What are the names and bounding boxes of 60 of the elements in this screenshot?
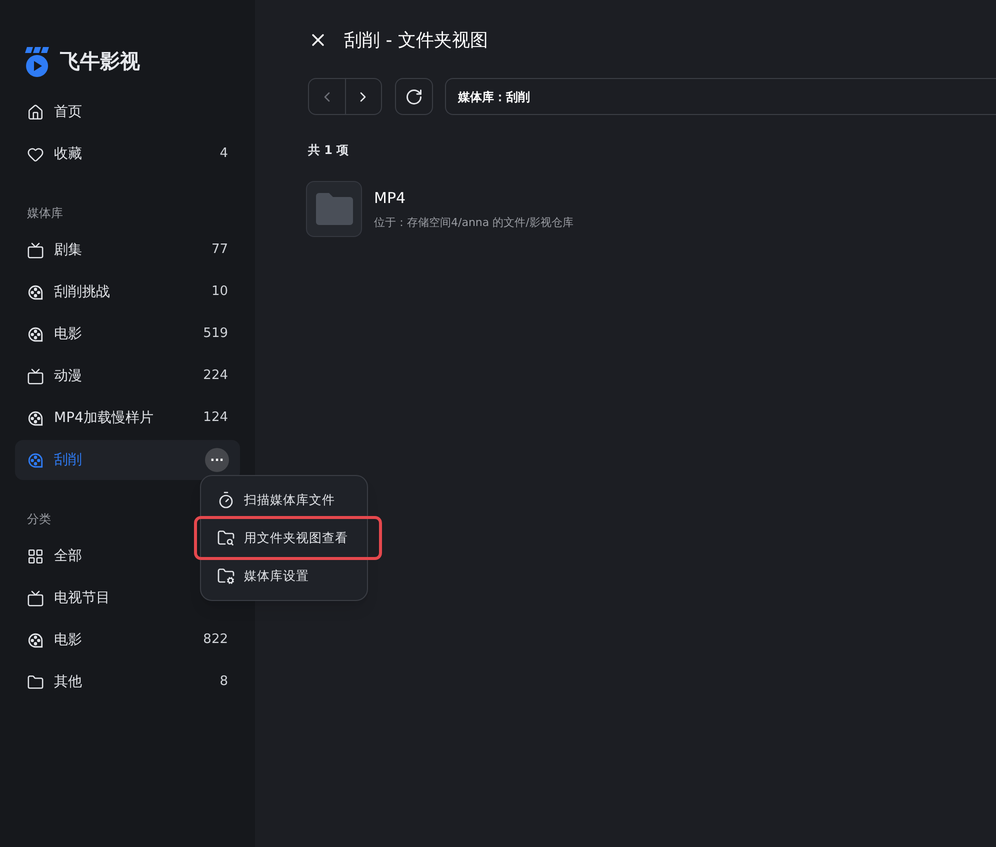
film-reel-icon (27, 632, 44, 648)
sidebar-item-label: 电视节目 (54, 588, 111, 608)
tv-icon (27, 368, 44, 384)
sidebar-item[interactable]: 刮削挑战 10 (15, 272, 240, 312)
sidebar-item[interactable]: 首页 (15, 92, 240, 132)
sidebar-item[interactable]: 收藏 4 (15, 134, 240, 174)
folder-icon (316, 193, 352, 225)
folder-thumbnail[interactable] (306, 181, 362, 237)
film-reel-icon (27, 410, 44, 426)
section-heading: 媒体库 (27, 205, 63, 222)
sidebar-item[interactable]: 其他 8 (15, 662, 240, 702)
sidebar-item-label: MP4加载慢样片 (54, 408, 154, 428)
sidebar-item[interactable]: 剧集 77 (15, 230, 240, 270)
item-count: 519 (203, 325, 228, 344)
sidebar-item[interactable]: MP4加载慢样片 124 (15, 398, 240, 438)
film-reel-icon (27, 284, 44, 300)
item-count: 8 (220, 673, 228, 692)
refresh-button[interactable] (395, 78, 433, 115)
menu-item[interactable]: 扫描媒体库文件 (201, 481, 367, 519)
item-count: 822 (203, 631, 228, 650)
grid-icon (27, 548, 44, 564)
item-count: 124 (203, 409, 228, 428)
home-icon (27, 104, 44, 120)
sidebar-item-label: 全部 (54, 546, 83, 566)
sidebar-item-label: 动漫 (54, 366, 83, 386)
item-count: 4 (220, 145, 228, 164)
sidebar-item-label: 剧集 (54, 240, 83, 260)
refresh-icon (405, 88, 423, 106)
path-field[interactable]: 媒体库：刮削 (445, 78, 996, 115)
sidebar-item-label: 其他 (54, 672, 83, 692)
sidebar-item-label: 电影 (54, 324, 83, 344)
item-count-label: 共 1 项 (308, 143, 349, 157)
film-reel-icon (27, 452, 44, 468)
more-button[interactable]: ··· (205, 448, 229, 472)
sidebar-item[interactable]: 电影 519 (15, 314, 240, 354)
item-count: 77 (211, 241, 228, 260)
folder-icon (27, 674, 44, 690)
sidebar-item-label: 电影 (54, 630, 83, 650)
sidebar-item[interactable]: 动漫 224 (15, 356, 240, 396)
item-count: 10 (211, 283, 228, 302)
page-title: 刮削 - 文件夹视图 (344, 28, 488, 52)
app-logo (24, 44, 52, 78)
sidebar-item-label: 刮削 (54, 450, 83, 470)
tv-icon (27, 590, 44, 606)
folder-location: 位于：存储空间4/anna 的文件/影视仓库 (374, 214, 574, 230)
tv-icon (27, 242, 44, 258)
sidebar-item-label: 收藏 (54, 144, 83, 164)
section-heading: 分类 (27, 511, 51, 528)
sidebar-item[interactable]: 刮削 ··· (15, 440, 240, 480)
app-name: 飞牛影视 (60, 48, 140, 75)
folder-search-icon (217, 529, 235, 547)
sidebar-item[interactable]: 电影 822 (15, 620, 240, 660)
heart-icon (27, 146, 44, 162)
item-count: 224 (203, 367, 228, 386)
sidebar-item-label: 首页 (54, 102, 83, 122)
sidebar-item-label: 刮削挑战 (54, 282, 111, 302)
folder-settings-icon (217, 567, 235, 585)
folder-name: MP4 (374, 188, 407, 209)
timer-icon (217, 491, 235, 509)
film-reel-icon (27, 326, 44, 342)
